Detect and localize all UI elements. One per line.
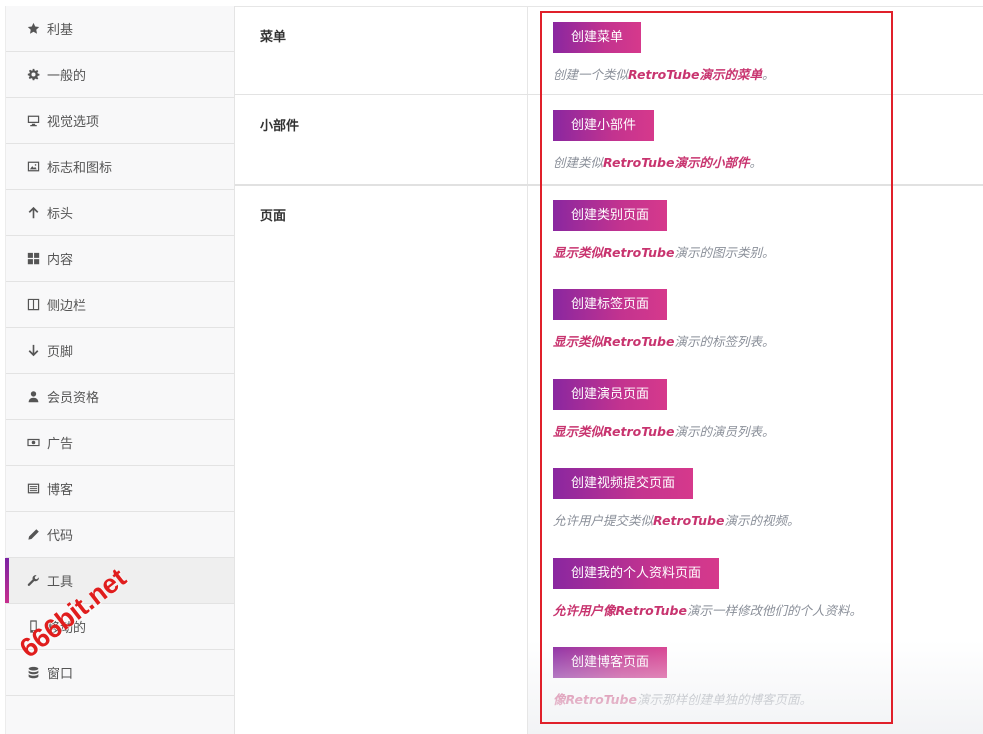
table-top-border: [235, 6, 983, 7]
columns-icon: [26, 298, 40, 312]
sidebar-item-label: 页脚: [47, 345, 74, 360]
sidebar-item-general[interactable]: 一般的: [6, 52, 234, 98]
create-category-page-button[interactable]: 创建类别页面: [553, 200, 668, 231]
grid-icon: [26, 252, 40, 266]
user-icon: [26, 390, 40, 404]
sidebar-item-label: 视觉选项: [47, 115, 100, 130]
desc-text: 。: [761, 67, 775, 82]
desc-highlight: RetroTube演示的小部件: [603, 155, 750, 170]
create-blog-page-button[interactable]: 创建博客页面: [553, 647, 668, 678]
sidebar-item-label: 窗口: [47, 667, 74, 682]
desc-text: 允许用户提交类似: [553, 513, 654, 528]
row-divider: [235, 184, 983, 186]
desc-text: 。: [749, 155, 762, 170]
create-actors-page-button[interactable]: 创建演员页面: [553, 379, 668, 410]
desc-highlight: 像RetroTube: [553, 692, 637, 707]
profile-page-description: 允许用户像RetroTube演示一样修改他们的个人资料。: [553, 600, 862, 619]
arrow-up-icon: [26, 206, 40, 220]
section-label-pages: 页面: [260, 209, 287, 224]
desc-text: 演示那样创建单独的博客页面。: [636, 692, 812, 707]
create-profile-page-button[interactable]: 创建我的个人资料页面: [553, 558, 720, 589]
desc-text: 演示一样修改他们的个人资料。: [686, 603, 862, 618]
row-divider: [235, 94, 983, 95]
sidebar-item-label: 侧边栏: [47, 299, 87, 314]
sidebar-item-label: 博客: [47, 483, 74, 498]
desc-text: 演示的标签列表。: [674, 334, 775, 349]
sidebar-item-label: 代码: [47, 529, 74, 544]
sidebar-item-footer[interactable]: 页脚: [6, 328, 234, 374]
create-video-submit-page-button[interactable]: 创建视频提交页面: [553, 468, 694, 499]
sidebar-item-label: 工具: [47, 575, 74, 590]
sidebar-item-label: 广告: [47, 437, 74, 452]
sidebar-item-code[interactable]: 代码: [6, 512, 234, 558]
sidebar-item-header[interactable]: 标头: [6, 190, 234, 236]
desc-text: 创建类似: [553, 155, 604, 170]
sidebar-item-content[interactable]: 内容: [6, 236, 234, 282]
sidebar-item-logo-icons[interactable]: 标志和图标: [6, 144, 234, 190]
desc-highlight: 显示类似RetroTube: [553, 245, 675, 260]
video-submit-page-description: 允许用户提交类似RetroTube演示的视频。: [553, 510, 799, 529]
column-divider: [527, 7, 528, 734]
tags-page-description: 显示类似RetroTube演示的标签列表。: [553, 331, 774, 350]
desc-highlight: 允许用户像RetroTube: [553, 603, 687, 618]
image-icon: [26, 160, 40, 174]
sidebar-item-niche[interactable]: 利基: [6, 6, 234, 52]
sidebar-item-blog[interactable]: 博客: [6, 466, 234, 512]
star-icon: [26, 22, 40, 36]
sidebar-item-sidebar[interactable]: 侧边栏: [6, 282, 234, 328]
sidebar-item-label: 会员资格: [47, 391, 100, 406]
category-page-description: 显示类似RetroTube演示的图示类别。: [553, 242, 774, 261]
actors-page-description: 显示类似RetroTube演示的演员列表。: [553, 421, 774, 440]
desc-highlight: 显示类似RetroTube: [553, 334, 675, 349]
desc-text: 演示的图示类别。: [674, 245, 775, 260]
desc-text: 演示的视频。: [724, 513, 800, 528]
gear-icon: [26, 68, 40, 82]
sidebar-item-label: 一般的: [47, 69, 87, 84]
pencil-icon: [26, 528, 40, 542]
sidebar-item-label: 利基: [47, 23, 74, 38]
desc-text: 演示的演员列表。: [674, 424, 775, 439]
create-menu-description: 创建一个类似RetroTube演示的菜单。: [553, 64, 774, 83]
money-icon: [26, 436, 40, 450]
list-icon: [26, 482, 40, 496]
create-menu-button[interactable]: 创建菜单: [553, 22, 642, 53]
arrow-down-icon: [26, 344, 40, 358]
sidebar-item-label: 标志和图标: [47, 161, 113, 176]
blog-page-description: 像RetroTube演示那样创建单独的博客页面。: [553, 689, 812, 708]
sidebar-item-ads[interactable]: 广告: [6, 420, 234, 466]
sidebar-item-visual-options[interactable]: 视觉选项: [6, 98, 234, 144]
sidebar-item-label: 标头: [47, 207, 74, 222]
desc-text: 创建一个类似: [553, 67, 629, 82]
create-tags-page-button[interactable]: 创建标签页面: [553, 289, 668, 320]
create-widgets-button[interactable]: 创建小部件: [553, 110, 655, 141]
sidebar-item-membership[interactable]: 会员资格: [6, 374, 234, 420]
wrench-icon: [26, 574, 40, 588]
section-label-widgets: 小部件: [260, 119, 300, 134]
desc-highlight: 显示类似RetroTube: [553, 424, 675, 439]
desc-highlight: RetroTube: [653, 513, 725, 528]
sidebar-item-label: 内容: [47, 253, 74, 268]
section-label-menu: 菜单: [260, 30, 287, 45]
database-icon: [26, 666, 40, 680]
monitor-icon: [26, 114, 40, 128]
desc-highlight: RetroTube演示的菜单: [628, 67, 762, 82]
create-widgets-description: 创建类似RetroTube演示的小部件。: [553, 152, 762, 171]
